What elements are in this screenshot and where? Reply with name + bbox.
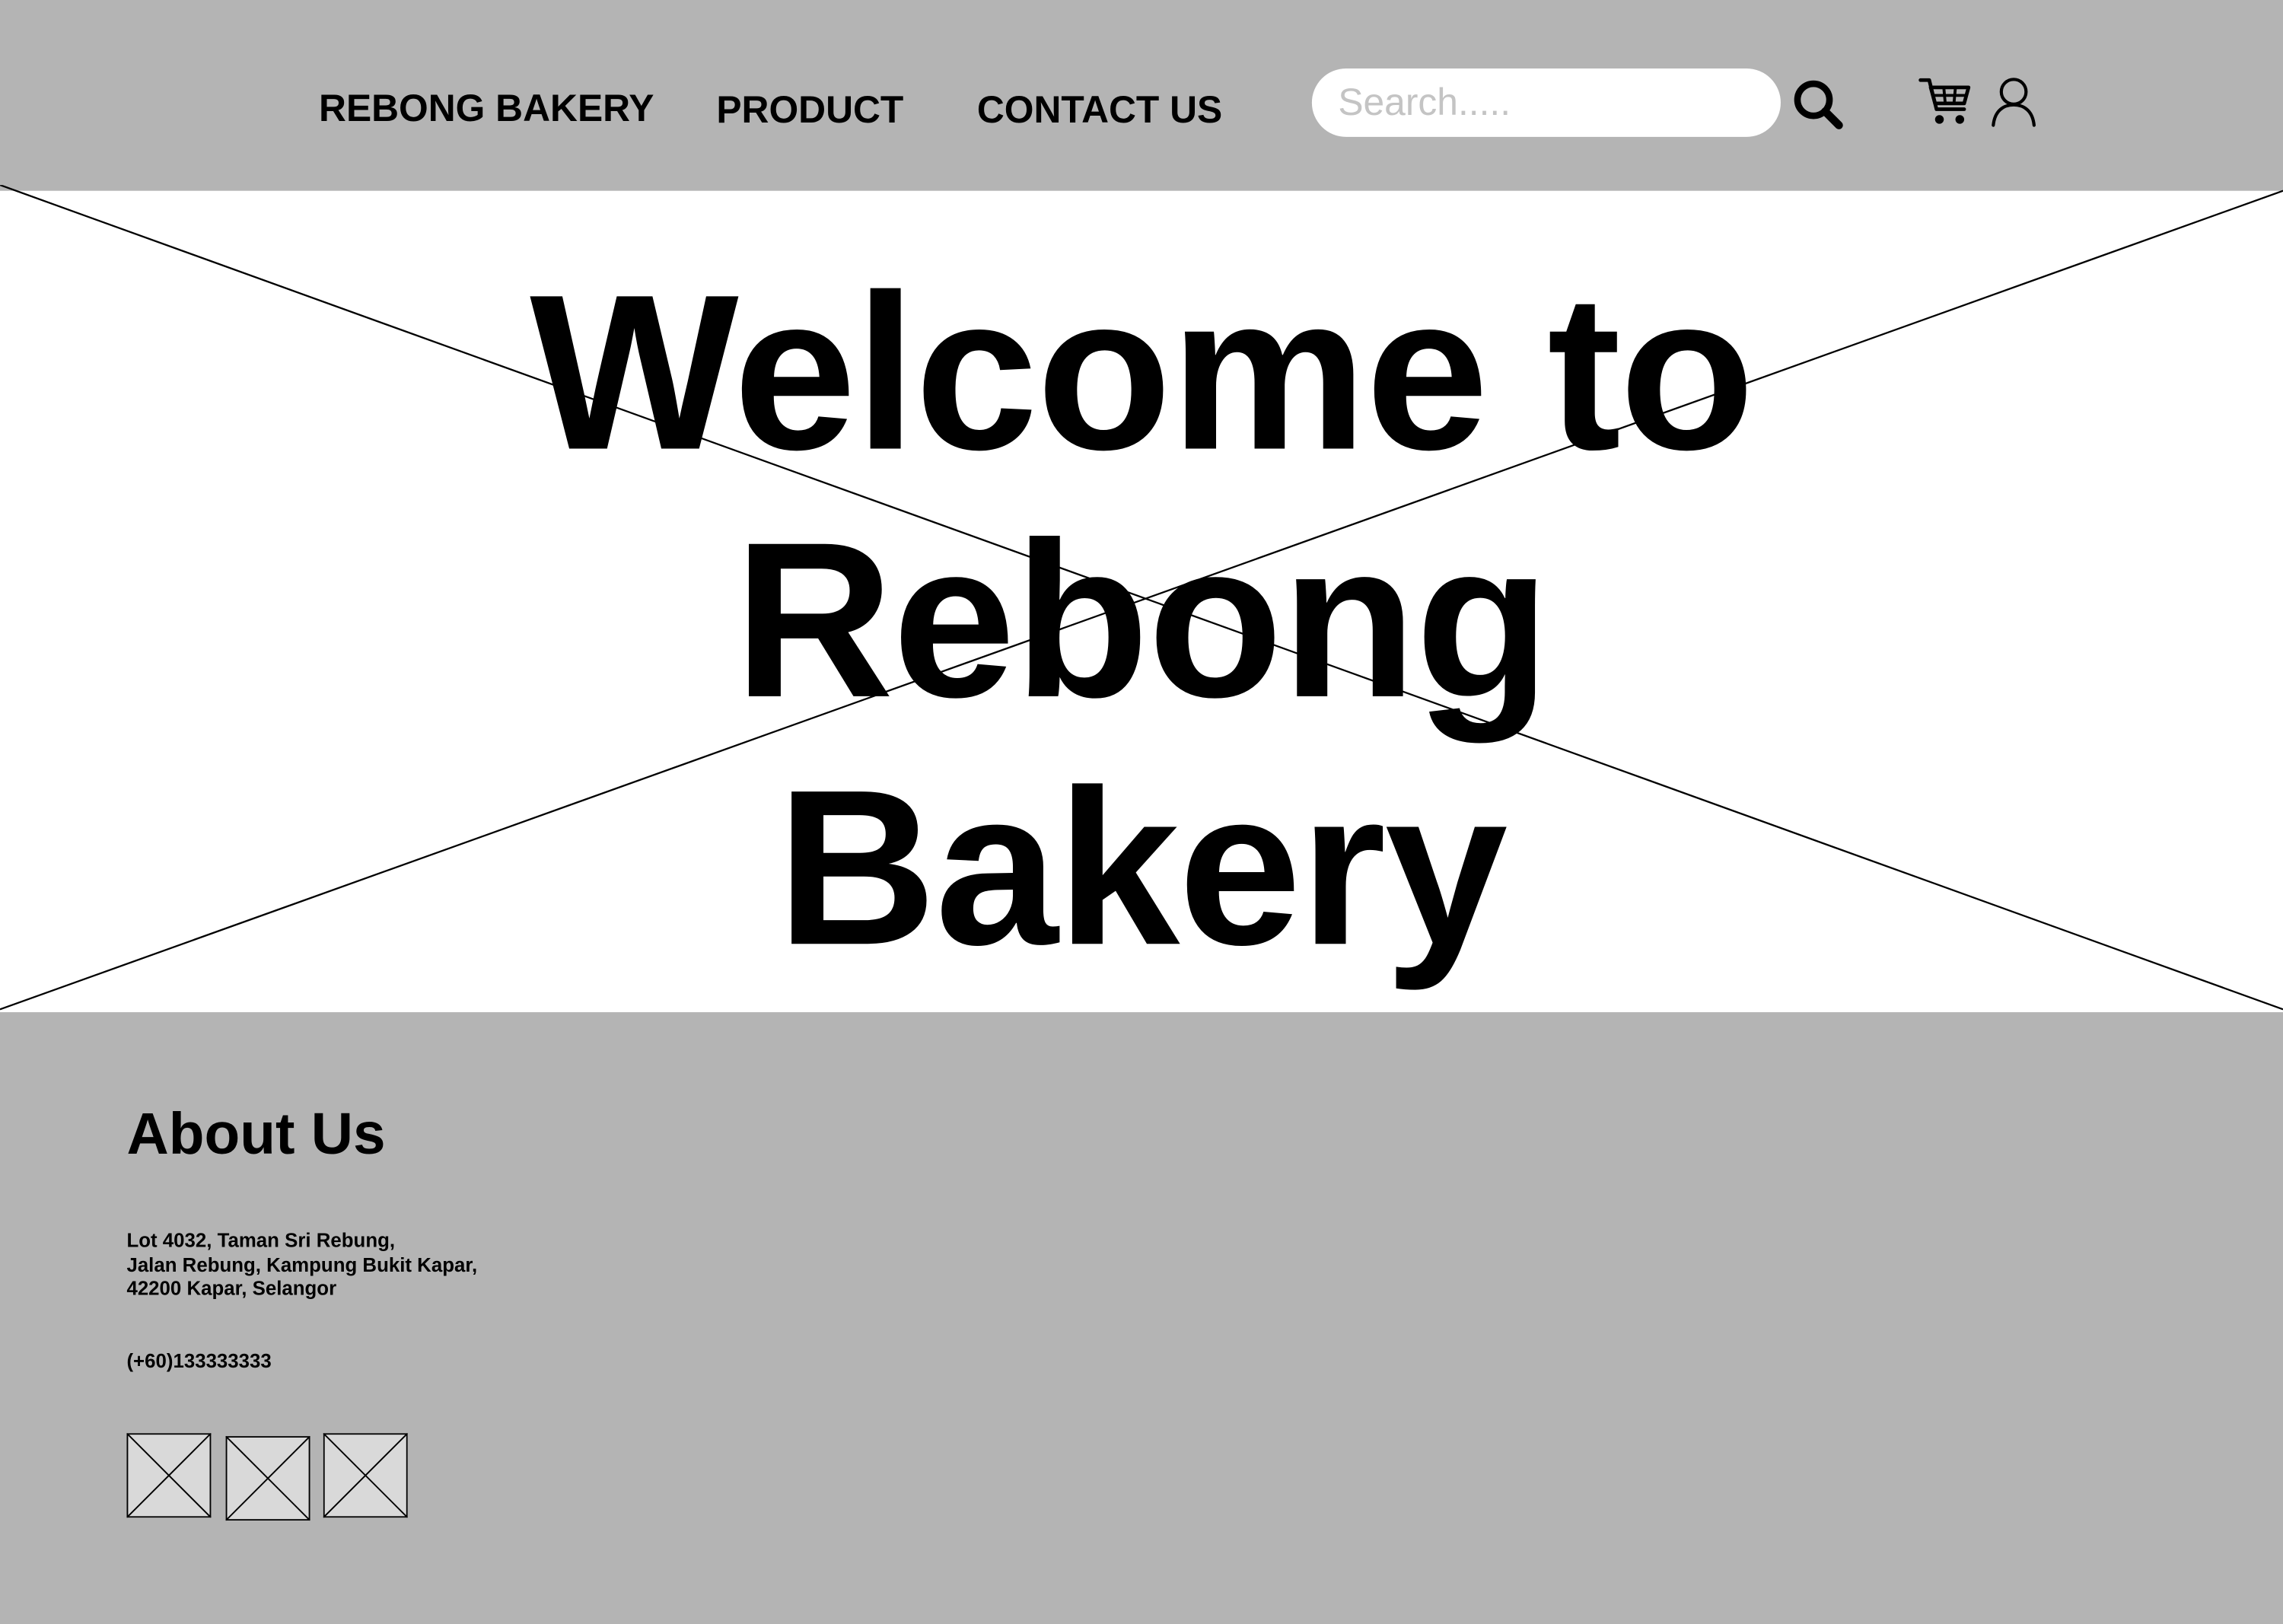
about-us-heading: About Us [126,1102,386,1167]
address-line-1: Lot 4032, Taman Sri Rebung, [126,1229,396,1252]
page: REBONG BAKERY PRODUCT CONTACT US Search.… [0,0,2283,1624]
hero-title-line-3: Bakery [776,744,1508,992]
social-link-1-placeholder[interactable] [126,1432,212,1518]
address-line-3: 42200 Kapar, Selangor [126,1277,337,1300]
hero-title-line-2: Rebong [734,496,1551,745]
search-icon[interactable] [1792,78,1845,131]
top-nav-bar: REBONG BAKERY PRODUCT CONTACT US [0,0,2283,191]
user-account-icon[interactable] [1989,76,2039,129]
footer: About Us Lot 4032, Taman Sri Rebung, Jal… [0,1012,2283,1624]
nav-product-link[interactable]: PRODUCT [716,83,903,135]
phone-number: (+60)133333333 [126,1350,272,1372]
cart-icon[interactable] [1918,76,1973,129]
hero-title-line-1: Welcome to [530,249,1755,497]
nav-contact-us-link[interactable]: CONTACT US [977,83,1222,135]
search-input[interactable] [1338,68,1761,137]
hero-banner: Welcome to Rebong Bakery [0,185,2283,1013]
social-link-2-placeholder[interactable] [224,1435,311,1521]
address-block: Lot 4032, Taman Sri Rebung, Jalan Rebung… [126,1229,477,1301]
search-field [1311,68,1781,137]
social-link-3-placeholder[interactable] [323,1432,409,1518]
hero-title: Welcome to Rebong Bakery [0,249,2283,992]
address-line-2: Jalan Rebung, Kampung Bukit Kapar, [126,1253,478,1275]
brand-link[interactable]: REBONG BAKERY [319,81,654,134]
